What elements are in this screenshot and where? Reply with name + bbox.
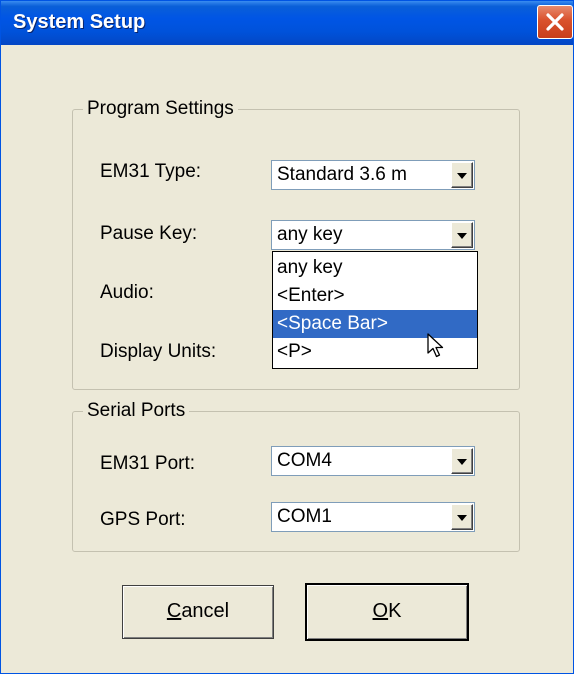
dropdown-option-highlighted[interactable]: <Space Bar> (273, 310, 477, 338)
close-button[interactable] (537, 5, 573, 39)
pause-key-select[interactable]: any key (271, 220, 475, 250)
pause-key-label: Pause Key: (100, 223, 198, 244)
dropdown-arrow-icon[interactable] (451, 222, 473, 248)
dropdown-option[interactable]: <P> (273, 338, 477, 366)
em31-type-select[interactable]: Standard 3.6 m (271, 160, 475, 190)
em31-type-label: EM31 Type: (100, 161, 202, 182)
dropdown-arrow-icon[interactable] (451, 504, 473, 530)
pause-key-dropdown-list[interactable]: any key <Enter> <Space Bar> <P> (272, 251, 478, 369)
ok-mnemonic: O (372, 600, 389, 622)
em31-port-label: EM31 Port: (100, 453, 196, 474)
gps-port-label: GPS Port: (100, 509, 186, 530)
dropdown-arrow-icon[interactable] (451, 162, 473, 188)
title-bar[interactable]: System Setup (1, 1, 573, 45)
gps-port-select[interactable]: COM1 (271, 502, 475, 532)
em31-type-value: Standard 3.6 m (277, 164, 407, 185)
em31-port-value: COM4 (277, 450, 332, 471)
mouse-pointer-icon (427, 333, 444, 358)
ok-button[interactable]: OK (305, 583, 469, 641)
display-units-label: Display Units: (100, 341, 217, 362)
dropdown-option[interactable]: any key (273, 254, 477, 282)
cancel-label: ancel (181, 600, 230, 622)
program-settings-legend: Program Settings (87, 98, 234, 119)
dropdown-arrow-icon[interactable] (451, 448, 473, 474)
pause-key-value: any key (277, 224, 343, 245)
cancel-mnemonic: C (166, 600, 182, 622)
gps-port-value: COM1 (277, 506, 332, 527)
em31-port-select[interactable]: COM4 (271, 446, 475, 476)
dropdown-option[interactable]: <Enter> (273, 282, 477, 310)
window-title: System Setup (13, 11, 146, 33)
audio-label: Audio: (100, 282, 154, 303)
ok-label: K (388, 600, 402, 622)
close-icon (546, 13, 564, 31)
serial-ports-legend: Serial Ports (87, 400, 186, 421)
cancel-button[interactable]: Cancel (122, 585, 274, 639)
